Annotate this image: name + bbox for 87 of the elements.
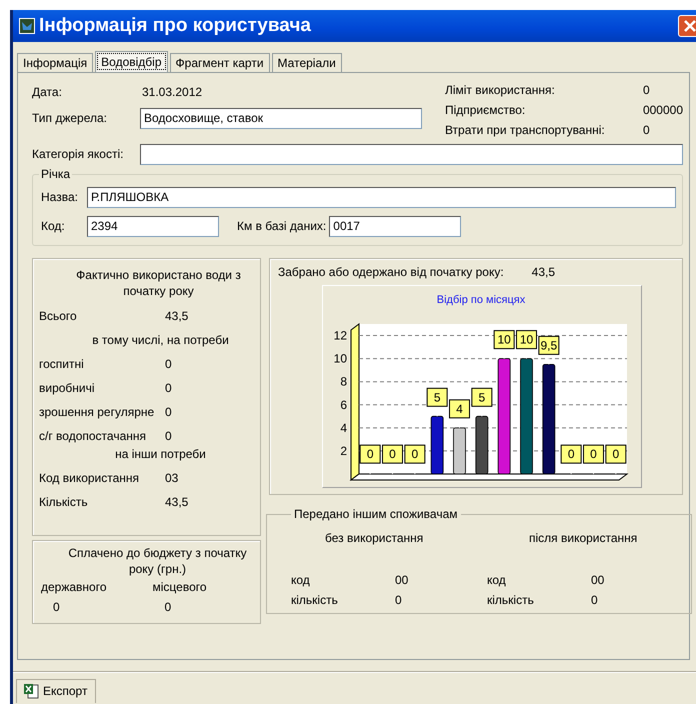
field-label: виробничі <box>39 381 96 395</box>
field-value: 0 <box>591 593 598 607</box>
data-label: 0 <box>590 447 598 462</box>
date-value: 31.03.2012 <box>141 85 202 99</box>
field-value: 0 <box>642 123 650 137</box>
field-label: Назва: <box>41 190 79 204</box>
field-value: 0 <box>165 405 172 419</box>
section-label: в тому числі, на потреби <box>91 333 230 347</box>
field-label: Км в базі даних: <box>237 219 326 233</box>
input-field[interactable]: 2394 <box>87 216 219 236</box>
panel-title: Фактично використано води з початку року <box>75 267 242 299</box>
y-tick-label: 2 <box>340 444 347 458</box>
field-value: 03 <box>165 471 178 485</box>
data-label: 0 <box>389 447 396 462</box>
data-label: 5 <box>434 390 441 404</box>
field-value: 0 <box>165 357 172 371</box>
field-value: 0 <box>165 381 172 395</box>
export-button[interactable]: Експорт <box>16 679 96 703</box>
field-label: код <box>291 573 311 587</box>
data-label: 0 <box>366 447 374 462</box>
field-value: 0 <box>395 593 402 607</box>
field-label: код <box>487 573 507 587</box>
tab[interactable]: Фрагмент карти <box>170 53 270 72</box>
y-tick-label: 12 <box>334 328 347 343</box>
app-icon <box>19 18 35 34</box>
field-label: Код використання <box>39 471 140 485</box>
y-tick-label: 10 <box>334 352 347 366</box>
group-title: Передано іншим споживачам <box>293 507 458 521</box>
data-label: 10 <box>520 332 534 347</box>
y-tick-label: 8 <box>340 374 347 389</box>
value-label: 9,5 <box>538 336 560 365</box>
input-field[interactable]: 0017 <box>329 216 462 236</box>
field-label: Кількість <box>39 495 89 509</box>
chart-title: Відбір по місяцях <box>436 294 526 306</box>
field-value: 43,5 <box>532 265 556 279</box>
spreadsheet-icon <box>23 683 39 699</box>
bar <box>453 427 466 474</box>
data-label: 9,5 <box>540 338 558 352</box>
field-label: Підприємство: <box>444 103 526 117</box>
field-label: зрошення регулярне <box>39 405 156 419</box>
y-tick-label: 6 <box>340 398 347 412</box>
tab[interactable]: Водовідбір <box>95 51 168 72</box>
data-label: 0 <box>568 447 575 462</box>
field-value: 00 <box>395 573 408 587</box>
field-value: 43,5 <box>165 309 188 323</box>
column-heading: після використання <box>528 530 638 547</box>
panel-title: Сплачено до бюджету з початку року (грн.) <box>67 545 248 577</box>
close-button[interactable] <box>678 15 696 37</box>
column-label: місцевого <box>152 580 207 594</box>
field-label: Втрати при транспортуванні: <box>444 123 606 137</box>
field-value: 00 <box>591 573 604 587</box>
field-value: 43,5 <box>165 495 188 509</box>
close-icon <box>684 20 696 32</box>
field-label: Категорія якості: <box>32 147 124 161</box>
tab[interactable]: Матеріали <box>272 53 342 72</box>
input-field[interactable]: Р.ПЛЯШОВКА <box>87 186 676 208</box>
bar <box>475 416 488 474</box>
data-label: 5 <box>478 390 486 404</box>
field-label: кількість <box>291 593 339 607</box>
column-heading: без використання <box>324 530 424 547</box>
column-label: державного <box>41 580 107 594</box>
field-label: Код: <box>41 219 66 233</box>
group-title: Річка <box>40 167 72 181</box>
field-value: 0 <box>164 600 172 614</box>
input-field[interactable] <box>140 144 683 164</box>
field-label: Ліміт використання: <box>444 83 556 97</box>
field-label: Забрано або одержано від початку року: <box>278 265 504 279</box>
field-value: 0 <box>165 429 172 443</box>
field-label: Дата: <box>32 85 63 99</box>
bar <box>430 416 444 474</box>
field-label: Тип джерела: <box>32 111 108 125</box>
input-field[interactable]: Водосховище, ставок <box>140 108 422 128</box>
field-label: кількість <box>487 593 535 607</box>
data-label: 10 <box>497 332 512 347</box>
data-label: 0 <box>411 447 418 462</box>
field-value: 0 <box>642 83 650 97</box>
field-value: 0 <box>52 600 61 614</box>
y-tick-label: 4 <box>340 420 347 435</box>
field-label: Всього <box>39 309 78 323</box>
window-title: Інформація про користувача <box>39 15 312 37</box>
section-label: на інши потреби <box>114 447 207 461</box>
data-label: 0 <box>612 447 620 462</box>
field-value: 000000 <box>642 103 683 117</box>
field-label: госпитні <box>39 357 85 371</box>
data-label: 4 <box>456 402 464 416</box>
tab[interactable]: Інформація <box>17 53 94 72</box>
field-label: с/г водопостачання <box>39 429 147 443</box>
